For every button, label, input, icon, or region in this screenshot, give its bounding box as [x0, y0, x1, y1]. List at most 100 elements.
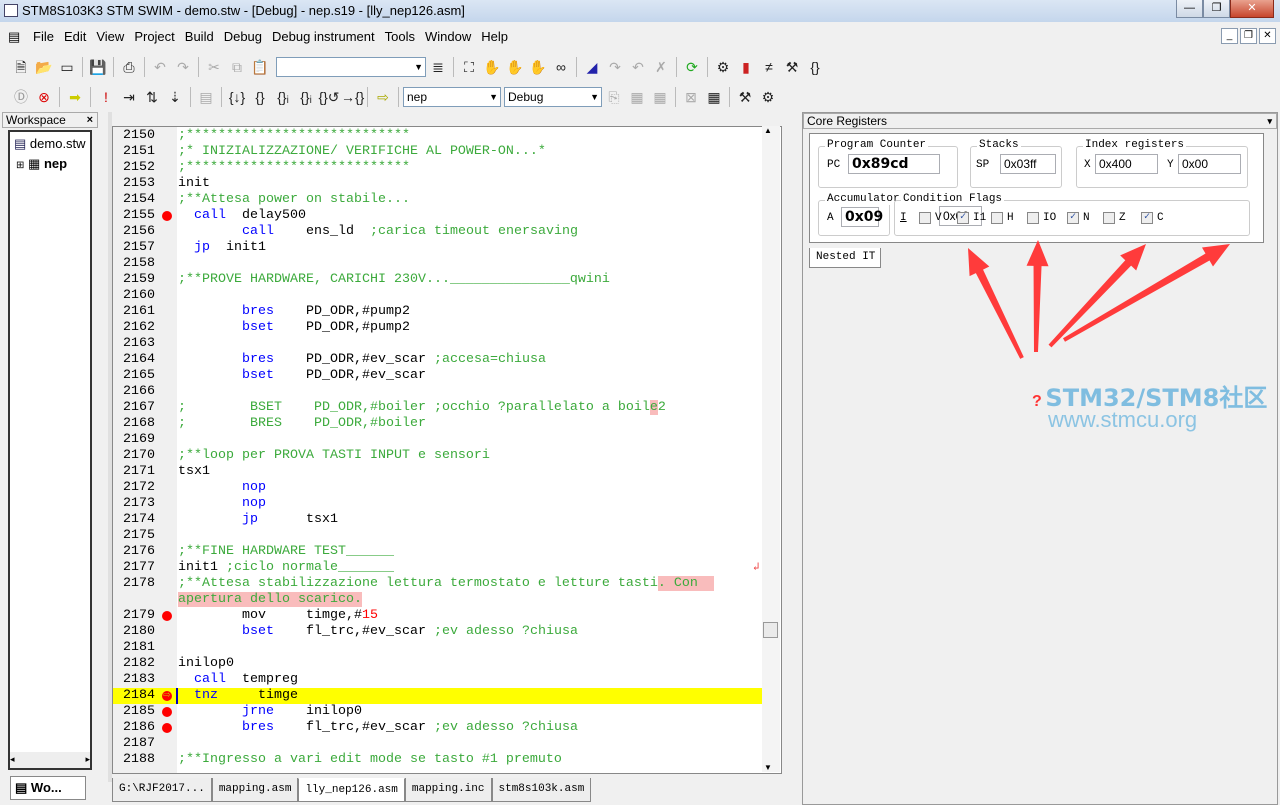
flag-checkbox-i1[interactable]: ✓ [957, 212, 969, 224]
run-to-cursor-icon[interactable]: ⇥ [118, 86, 140, 108]
code-line[interactable]: 2187 [113, 736, 773, 752]
x-field[interactable]: 0x400 [1095, 154, 1158, 174]
chip-icon[interactable]: ▦ [703, 86, 725, 108]
save-icon[interactable]: 💾 [87, 56, 109, 78]
debug-start-icon[interactable]: Ⓓ [10, 86, 32, 108]
find-combo[interactable]: ▼ [276, 57, 426, 77]
code-line[interactable]: 2184 ⇨ tnz timge [113, 688, 773, 704]
code-line[interactable]: 2167 ; BSET PD_ODR,#boiler ;occhio ?paral… [113, 400, 773, 416]
menu-file[interactable]: File [28, 26, 59, 48]
step-out-icon[interactable]: {}↺ [318, 86, 340, 108]
redo-icon[interactable]: ↷ [172, 56, 194, 78]
code-line[interactable]: 2164 bres PD_ODR,#ev_scar ;accesa=chiusa [113, 352, 773, 368]
hand-remove-icon[interactable]: ✋ [527, 56, 549, 78]
flag-checkbox-c[interactable]: ✓ [1141, 212, 1153, 224]
code-line[interactable]: 2150 ;**************************** [113, 128, 773, 144]
flag-checkbox-io[interactable] [1027, 212, 1039, 224]
compile-icon[interactable]: ⎘ [603, 86, 625, 108]
bookmark-clear-icon[interactable]: ✗ [650, 56, 672, 78]
editor-tab[interactable]: G:\RJF2017... [112, 778, 212, 802]
tools-icon[interactable]: ⚒ [781, 56, 803, 78]
tree-item-workspace[interactable]: ▤ demo.stw [14, 136, 86, 152]
close-icon[interactable]: × [87, 113, 93, 127]
step-over-icon[interactable]: {} [249, 86, 271, 108]
config-combo[interactable]: Debug ▼ [504, 87, 602, 107]
code-line[interactable]: 2160 [113, 288, 773, 304]
code-line[interactable]: 2178 ;**Attesa stabilizzazione lettura te… [113, 576, 773, 592]
flag-checkbox-z[interactable] [1103, 212, 1115, 224]
code-line[interactable]: 2186 bres fl_trc,#ev_scar ;ev adesso ?ch… [113, 720, 773, 736]
code-line[interactable]: 2175 [113, 528, 773, 544]
code-line[interactable]: 2174 jp tsx1 [113, 512, 773, 528]
code-line[interactable]: 2185 jrne inilop0 [113, 704, 773, 720]
open-folder-icon[interactable]: 📂 [33, 56, 55, 78]
menu-help[interactable]: Help [476, 26, 513, 48]
scroll-down-icon[interactable]: ▼ [764, 763, 772, 772]
run-arrow-icon[interactable]: ➡ [64, 86, 86, 108]
tree-item-project[interactable]: ⊞ ▦ nep [16, 156, 67, 172]
step-back-icon[interactable]: ⇅ [141, 86, 163, 108]
break-icon[interactable]: ! [95, 86, 117, 108]
step-out-fn-icon[interactable]: →{} [341, 86, 364, 108]
rebuild-grid-icon[interactable]: ▦ [649, 86, 671, 108]
menu-project[interactable]: Project [129, 26, 179, 48]
menu-debug[interactable]: Debug [219, 26, 267, 48]
code-line[interactable]: 2152 ;**************************** [113, 160, 773, 176]
code-line[interactable]: 2172 nop [113, 480, 773, 496]
menu-edit[interactable]: Edit [59, 26, 91, 48]
code-line[interactable]: 2177 init1 ;ciclo normale_______ ↲ [113, 560, 773, 576]
colors-icon[interactable]: ▮ [735, 56, 757, 78]
code-line[interactable]: 2162 bset PD_ODR,#pump2 [113, 320, 773, 336]
pin-icon[interactable]: ▾ [1267, 114, 1272, 128]
flag-checkbox-h[interactable] [991, 212, 1003, 224]
menu-view[interactable]: View [91, 26, 129, 48]
tab-nested-it[interactable]: Nested IT [809, 248, 881, 268]
code-line[interactable]: 2171 tsx1 [113, 464, 773, 480]
breakpoint-icon[interactable] [162, 707, 172, 717]
maximize-button[interactable]: ❐ [1203, 0, 1230, 18]
open-workspace-icon[interactable]: ▭ [56, 56, 78, 78]
bookmark-prev-icon[interactable]: ↶ [627, 56, 649, 78]
code-line[interactable]: apertura dello scarico. [113, 592, 773, 608]
code-line[interactable]: 2153 init [113, 176, 773, 192]
code-line[interactable]: 2158 [113, 256, 773, 272]
vertical-scrollbar[interactable]: ▲ ▼ [762, 126, 780, 772]
code-line[interactable]: 2154 ;**Attesa power on stabile... [113, 192, 773, 208]
binoculars-icon[interactable]: ⛶ [458, 56, 480, 78]
step-into-icon[interactable]: {↓} [226, 86, 248, 108]
hand-icon[interactable]: ✋ [481, 56, 503, 78]
code-line[interactable]: 2161 bres PD_ODR,#pump2 [113, 304, 773, 320]
mdi-restore-button[interactable]: ❐ [1240, 28, 1257, 44]
breakpoint-icon[interactable] [162, 611, 172, 621]
breakpoint-icon[interactable] [162, 211, 172, 221]
find-in-files-icon[interactable]: ≣ [427, 56, 449, 78]
build-grid-icon[interactable]: ▦ [626, 86, 648, 108]
show-pc-icon[interactable]: ⇨ [372, 86, 394, 108]
sp-field[interactable]: 0x03ff [1000, 154, 1056, 174]
close-button[interactable]: ✕ [1230, 0, 1274, 18]
glasses-icon[interactable]: ∞ [550, 56, 572, 78]
step-down-icon[interactable]: ⇣ [164, 86, 186, 108]
code-line[interactable]: 2183 call tempreg [113, 672, 773, 688]
undo-icon[interactable]: ↶ [149, 56, 171, 78]
flag-checkbox-n[interactable]: ✓ [1067, 212, 1079, 224]
code-line[interactable]: 2179 mov timge,#15 [113, 608, 773, 624]
workspace-tab[interactable]: ▤ Wo... [10, 776, 86, 800]
expand-icon[interactable]: ⊞ [16, 160, 24, 171]
mdi-minimize-button[interactable]: _ [1221, 28, 1238, 44]
horizontal-scrollbar[interactable]: ◂ ▸ [10, 752, 90, 768]
code-line[interactable]: 2168 ; BRES PD_ODR,#boiler [113, 416, 773, 432]
scroll-up-icon[interactable]: ▲ [764, 126, 772, 135]
code-line[interactable]: 2156 call ens_ld ;carica timeout enersav… [113, 224, 773, 240]
code-line[interactable]: 2157 jp init1 [113, 240, 773, 256]
hand-gray-icon[interactable]: ✋ [504, 56, 526, 78]
accumulator-field[interactable]: 0x09 [841, 207, 883, 227]
code-line[interactable]: 2176 ;**FINE HARDWARE TEST______ [113, 544, 773, 560]
bookmark-next-icon[interactable]: ↷ [604, 56, 626, 78]
pc-field[interactable]: 0x89cd [848, 154, 940, 174]
flag-checkbox-v[interactable] [919, 212, 931, 224]
copy-icon[interactable]: ⧉ [226, 56, 248, 78]
not-equal-icon[interactable]: ≠ [758, 56, 780, 78]
new-file-icon[interactable]: 🗎 [10, 56, 32, 78]
y-field[interactable]: 0x00 [1178, 154, 1241, 174]
